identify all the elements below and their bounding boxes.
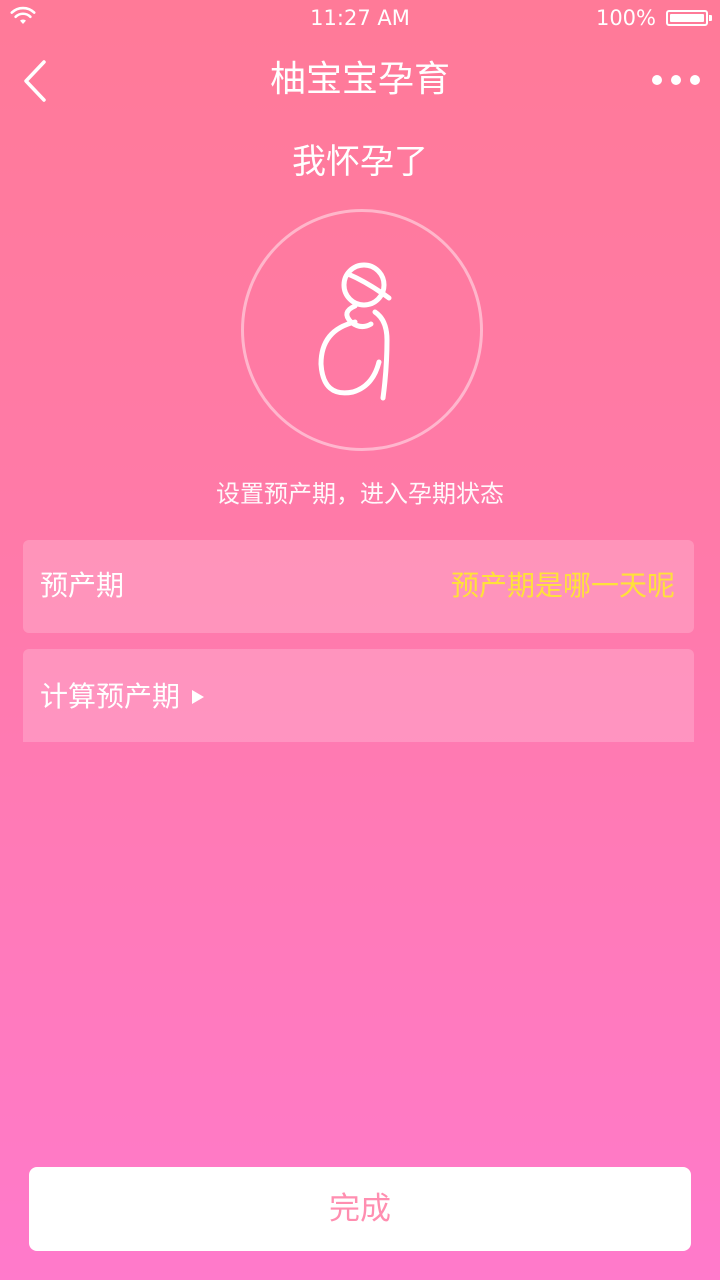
pregnant-woman-icon bbox=[318, 262, 392, 401]
more-dot-icon bbox=[690, 75, 700, 85]
calculate-due-date-link[interactable]: 计算预产期 bbox=[40, 677, 205, 717]
page-heading: 我怀孕了 bbox=[292, 142, 428, 182]
page-title: 柚宝宝孕育 bbox=[269, 59, 450, 100]
done-button[interactable]: 完成 bbox=[29, 1167, 691, 1251]
subtitle: 设置预产期，进入孕期状态 bbox=[216, 480, 504, 508]
battery-tip bbox=[709, 15, 712, 21]
calculate-due-date-label: 计算预产期 bbox=[40, 680, 181, 713]
more-dot-icon bbox=[671, 75, 681, 85]
play-arrow-icon bbox=[192, 690, 205, 704]
due-date-placeholder[interactable]: 预产期是哪一天呢 bbox=[451, 566, 675, 606]
due-date-label: 预产期 bbox=[40, 569, 125, 602]
battery-percentage: 100% bbox=[595, 6, 656, 30]
more-dot-icon bbox=[652, 75, 662, 85]
battery-icon bbox=[666, 10, 708, 26]
more-button[interactable] bbox=[652, 64, 700, 96]
calculate-due-date-row[interactable]: 计算预产期 bbox=[23, 649, 694, 742]
due-date-row[interactable]: 预产期 预产期是哪一天呢 bbox=[23, 540, 694, 633]
status-bar: 11:27 AM 100% bbox=[0, 0, 720, 36]
